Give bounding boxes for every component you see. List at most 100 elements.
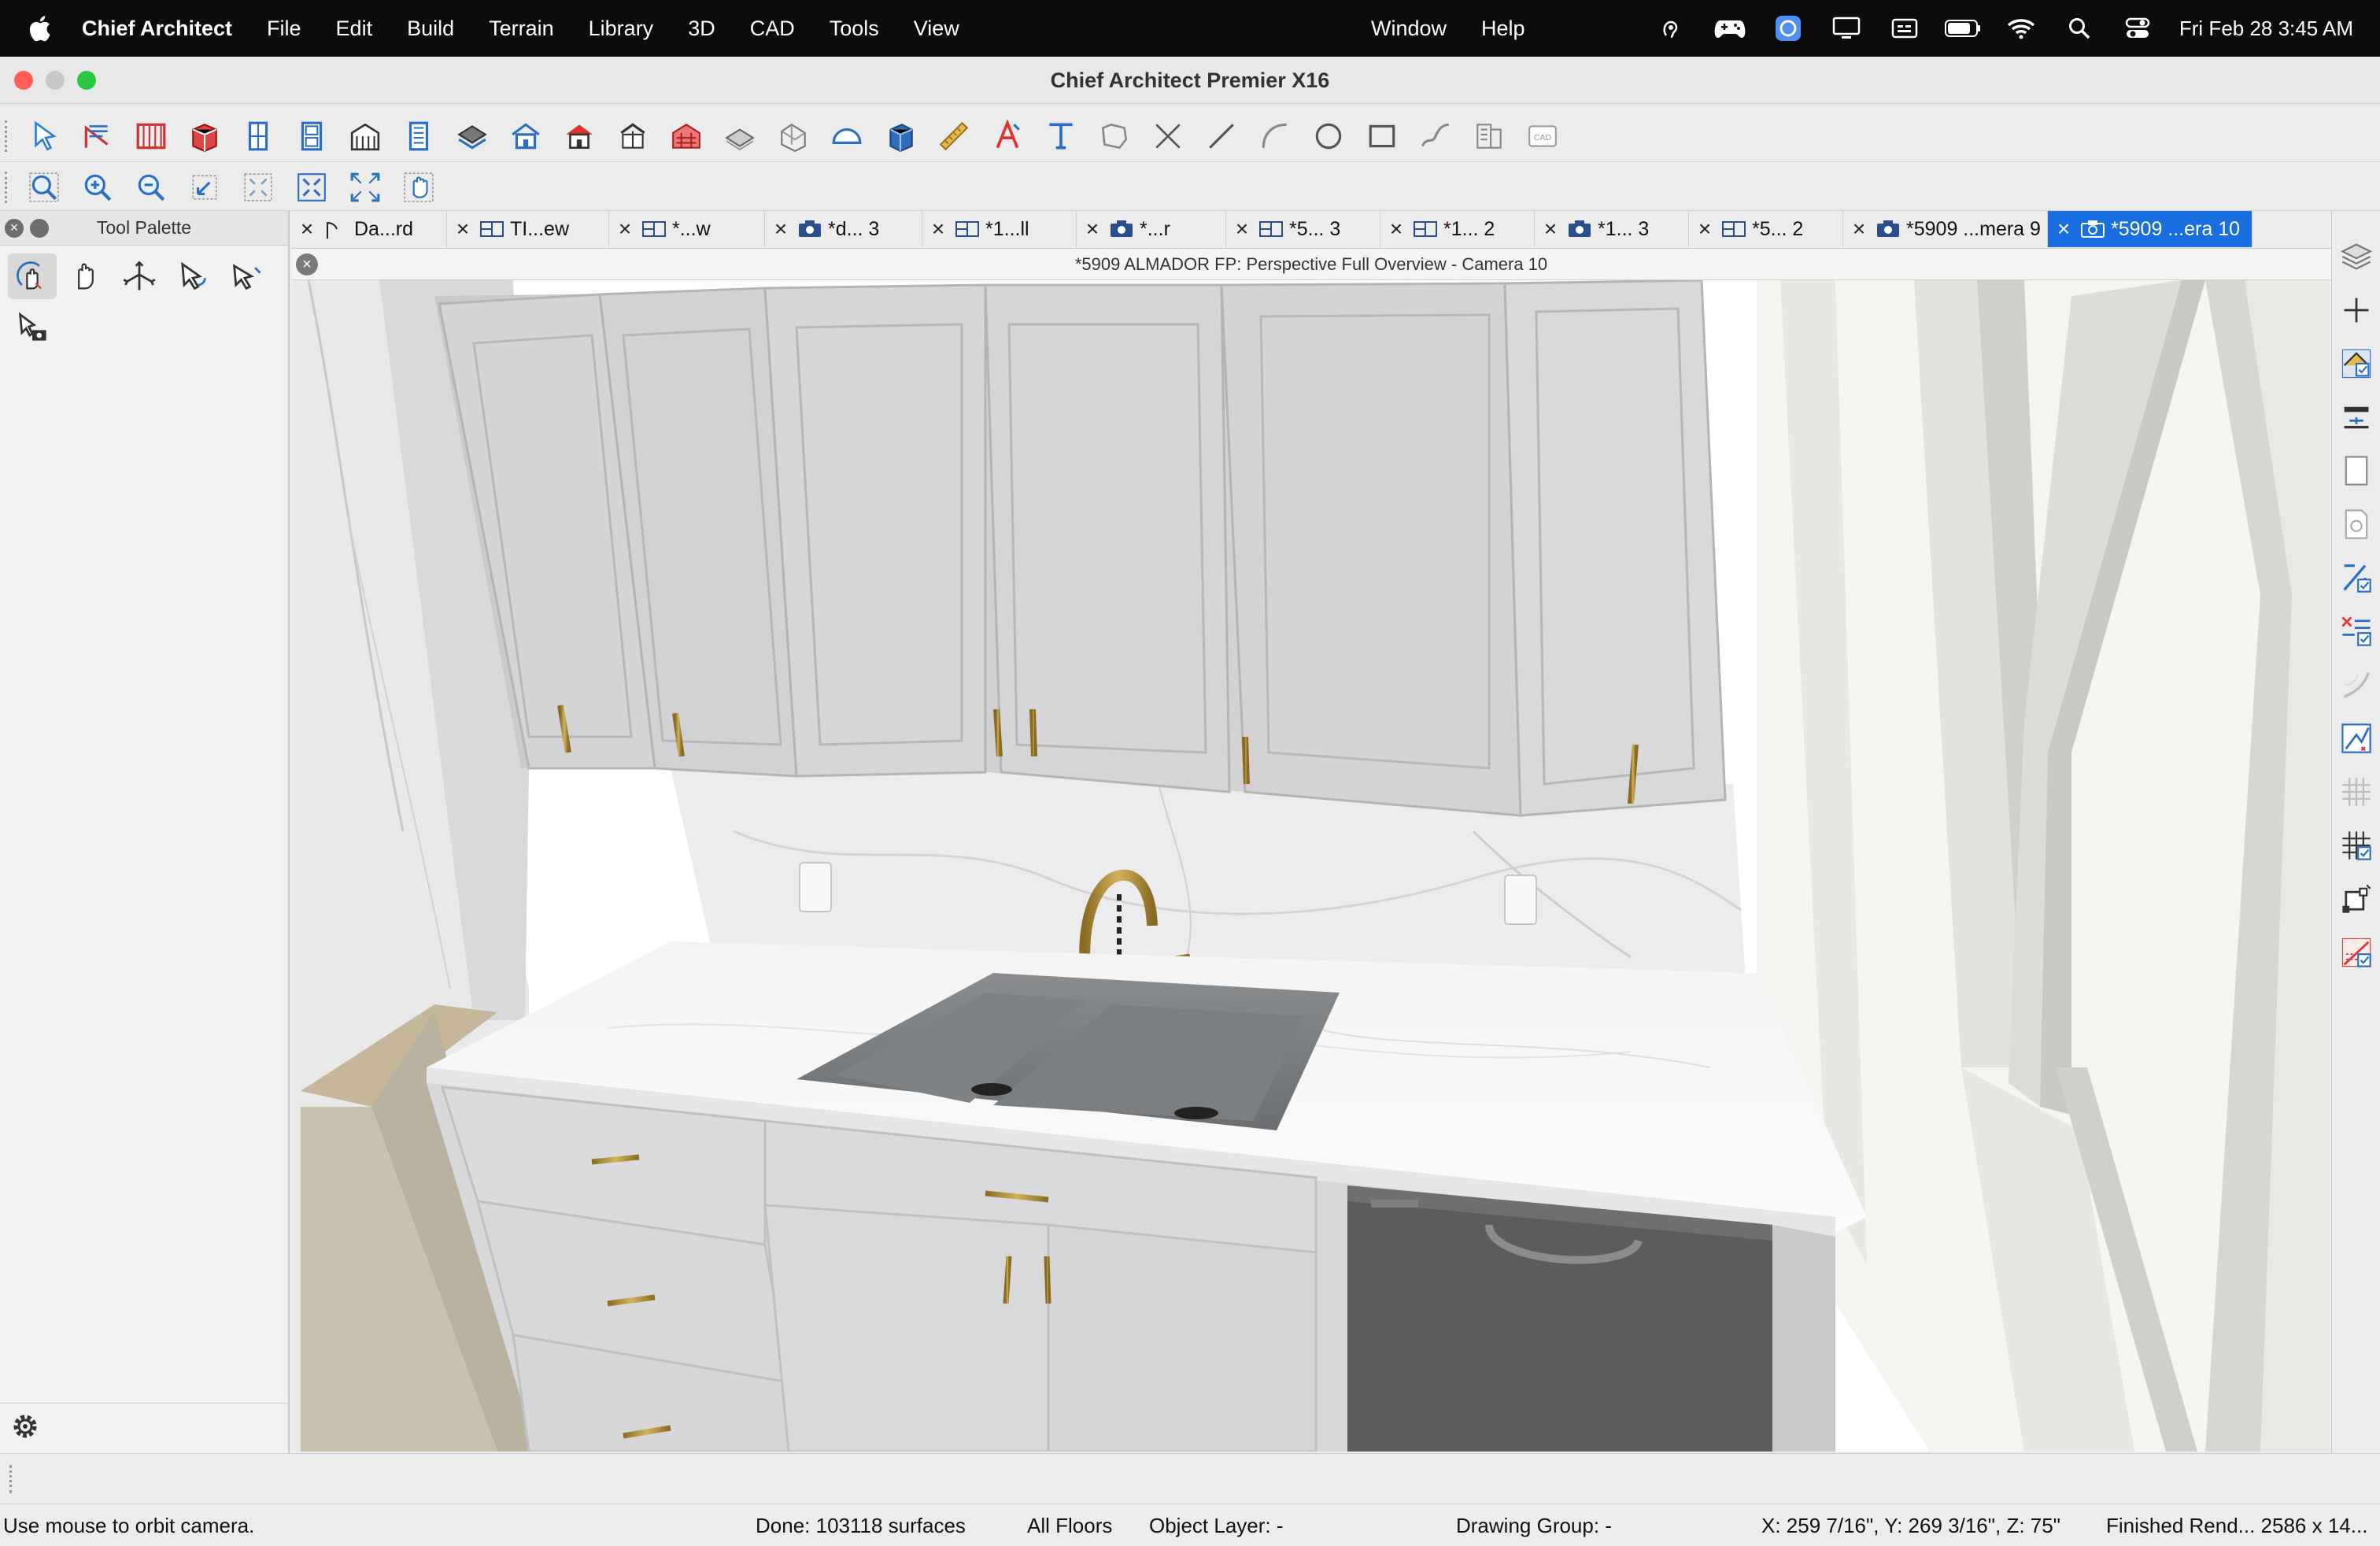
3d-viewport[interactable] — [293, 280, 2330, 1452]
slab-icon[interactable] — [767, 114, 820, 158]
text-style-icon[interactable] — [981, 114, 1034, 158]
slope-icon[interactable] — [2336, 930, 2377, 975]
wifi-icon[interactable] — [1992, 0, 2050, 57]
menu-edit[interactable]: Edit — [319, 0, 390, 57]
text-tool-icon[interactable] — [1034, 114, 1088, 158]
menu-tools[interactable]: Tools — [812, 0, 896, 57]
tab-view[interactable]: × *1... 3 — [1535, 211, 1689, 247]
detach-palette-icon[interactable] — [30, 218, 49, 238]
game-controller-icon[interactable] — [1701, 0, 1759, 57]
railing-icon[interactable] — [124, 114, 178, 158]
cabinet-icon[interactable] — [178, 114, 231, 158]
tab-view[interactable]: × Da...rd — [291, 211, 447, 247]
pan-camera-icon[interactable] — [61, 253, 110, 299]
menu-bar-clock[interactable]: Fri Feb 28 3:45 AM — [2167, 17, 2380, 41]
zoom-window-icon[interactable] — [17, 165, 71, 209]
voice-control-icon[interactable] — [1643, 0, 1701, 57]
layers-icon[interactable] — [2336, 235, 2377, 279]
tilt-camera-icon[interactable] — [222, 253, 271, 299]
node-icon[interactable] — [2336, 877, 2377, 921]
tab-view[interactable]: × *...r — [1077, 211, 1226, 247]
close-tab-icon[interactable]: × — [922, 216, 954, 242]
gear-icon[interactable] — [8, 1409, 42, 1448]
fill-window-all-floors-icon[interactable] — [285, 165, 338, 209]
orbit-camera-icon[interactable] — [8, 253, 57, 299]
preview-icon[interactable] — [2336, 502, 2377, 546]
terrain-region-icon[interactable] — [1088, 114, 1141, 158]
rotate-camera-icon[interactable] — [168, 253, 217, 299]
elevation-marker-icon[interactable] — [1462, 114, 1516, 158]
tab-view[interactable]: × *5909 ...mera 9 — [1843, 211, 2048, 247]
framing-icon[interactable] — [338, 114, 392, 158]
zoom-in-icon[interactable] — [71, 165, 124, 209]
menu-file[interactable]: File — [249, 0, 319, 57]
keyboard-input-icon[interactable] — [1876, 0, 1934, 57]
battery-icon[interactable] — [1934, 0, 1992, 57]
door-tool-icon[interactable] — [285, 114, 338, 158]
page-icon[interactable] — [2336, 449, 2377, 493]
roof-planes-icon[interactable] — [445, 114, 499, 158]
stairs-icon[interactable] — [392, 114, 445, 158]
close-tab-icon[interactable]: × — [1535, 216, 1566, 242]
fill-window-icon[interactable] — [231, 165, 285, 209]
spline-tool-icon[interactable] — [1409, 114, 1462, 158]
blue-box-icon[interactable] — [874, 114, 927, 158]
zoom-out-icon[interactable] — [124, 165, 178, 209]
spotlight-search-icon[interactable] — [2050, 0, 2108, 57]
grid-icon[interactable] — [2336, 770, 2377, 814]
app-indicator-icon[interactable] — [1759, 0, 1817, 57]
tab-view[interactable]: × TI...ew — [447, 211, 609, 247]
menu-help[interactable]: Help — [1464, 0, 1543, 57]
tab-view[interactable]: × *5... 3 — [1226, 211, 1380, 247]
tab-view[interactable]: × *d... 3 — [765, 211, 922, 247]
toolbar-grip[interactable] — [5, 171, 17, 203]
walkthrough-icon[interactable] — [8, 304, 57, 350]
cross-line-icon[interactable] — [1141, 114, 1195, 158]
tab-view[interactable]: × *...w — [609, 211, 765, 247]
wall-layer-icon[interactable] — [2336, 395, 2377, 439]
close-tab-icon[interactable]: × — [1077, 216, 1108, 242]
shingle-roof-icon[interactable] — [660, 114, 713, 158]
tab-view[interactable]: × *5... 2 — [1689, 211, 1843, 247]
control-center-icon[interactable] — [2108, 0, 2167, 57]
plus-icon[interactable] — [2336, 288, 2377, 332]
menu-window[interactable]: Window — [1354, 0, 1464, 57]
move-camera-icon[interactable] — [115, 253, 164, 299]
circle-tool-icon[interactable] — [1302, 114, 1355, 158]
close-tab-icon[interactable]: × — [1380, 216, 1412, 242]
curve-icon[interactable] — [2336, 663, 2377, 707]
line-tool-icon[interactable] — [1195, 114, 1248, 158]
undo-zoom-icon[interactable] — [178, 165, 231, 209]
menu-library[interactable]: Library — [571, 0, 671, 57]
tab-view-active[interactable]: × *5909 ...era 10 — [2048, 211, 2252, 247]
toolbar-grip[interactable] — [5, 120, 17, 152]
house-red-icon[interactable] — [552, 114, 606, 158]
close-tab-icon[interactable]: × — [2048, 216, 2079, 242]
fit-screen-icon[interactable] — [338, 165, 392, 209]
close-tab-icon[interactable]: × — [609, 216, 641, 242]
plot-icon[interactable] — [2336, 716, 2377, 760]
floor-icon[interactable] — [713, 114, 767, 158]
menu-build[interactable]: Build — [390, 0, 471, 57]
cad-block-icon[interactable]: CAD — [1516, 114, 1569, 158]
house-icon[interactable] — [499, 114, 552, 158]
dimension-check-icon[interactable] — [2336, 556, 2377, 600]
rectangle-tool-icon[interactable] — [1355, 114, 1409, 158]
close-palette-icon[interactable]: × — [5, 218, 24, 238]
arc-tool-icon[interactable] — [1248, 114, 1302, 158]
cross-section-icon[interactable] — [2336, 609, 2377, 653]
close-tab-icon[interactable]: × — [1226, 216, 1258, 242]
close-tab-icon[interactable]: × — [291, 216, 323, 242]
menu-3d[interactable]: 3D — [671, 0, 733, 57]
select-objects-icon[interactable] — [17, 114, 71, 158]
close-tab-icon[interactable]: × — [1689, 216, 1720, 242]
close-tab-icon[interactable]: × — [1843, 216, 1875, 242]
build-roof-icon[interactable] — [606, 114, 660, 158]
tab-view[interactable]: × *1... 2 — [1380, 211, 1535, 247]
window-tool-icon[interactable] — [231, 114, 285, 158]
edit-material-icon[interactable] — [2336, 342, 2377, 386]
grid-check-icon[interactable] — [2336, 823, 2377, 867]
kitchen-rendering[interactable] — [293, 280, 2330, 1452]
close-tab-icon[interactable]: × — [765, 216, 796, 242]
tape-measure-icon[interactable] — [927, 114, 981, 158]
